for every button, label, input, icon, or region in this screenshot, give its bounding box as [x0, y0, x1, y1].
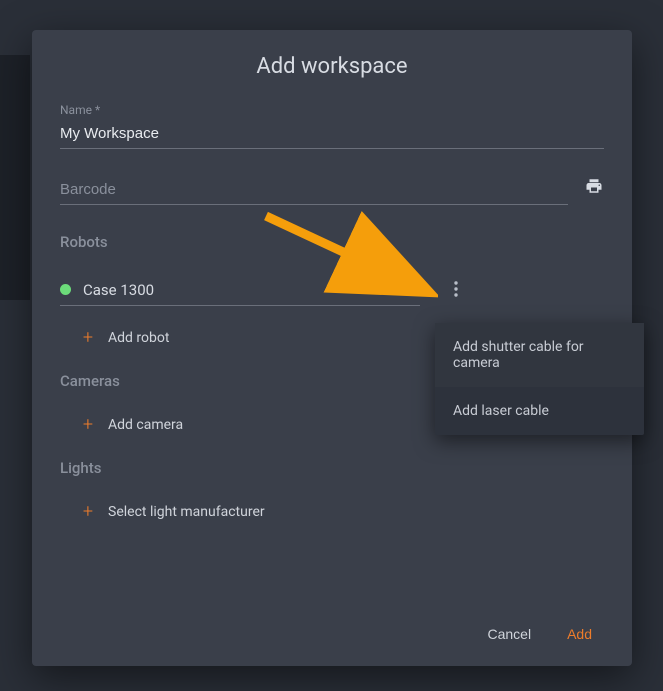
- barcode-input[interactable]: [60, 177, 568, 205]
- menu-item-shutter-cable[interactable]: Add shutter cable for camera: [435, 323, 644, 387]
- print-icon[interactable]: [584, 177, 604, 205]
- lights-section: Lights + Select light manufacturer: [60, 459, 604, 522]
- more-vertical-icon: [454, 281, 458, 297]
- dialog-actions: Cancel Add: [487, 626, 592, 642]
- background-sidebar: [0, 55, 30, 300]
- more-options-button[interactable]: [448, 275, 464, 307]
- robot-options-menu: Add shutter cable for camera Add laser c…: [435, 323, 644, 435]
- robot-dropdown[interactable]: Case 1300 ▼: [60, 277, 420, 306]
- plus-icon: +: [80, 414, 96, 435]
- robot-row: Case 1300 ▼: [60, 275, 604, 307]
- menu-item-laser-cable[interactable]: Add laser cable: [435, 387, 644, 435]
- select-light-label: Select light manufacturer: [108, 504, 265, 520]
- plus-icon: +: [80, 327, 96, 348]
- barcode-field-group: [60, 177, 604, 205]
- chevron-down-icon: ▼: [410, 284, 420, 295]
- add-camera-label: Add camera: [108, 417, 183, 433]
- select-light-link[interactable]: + Select light manufacturer: [60, 501, 604, 522]
- lights-heading: Lights: [60, 459, 604, 477]
- name-label: Name *: [60, 103, 604, 117]
- add-button[interactable]: Add: [567, 626, 592, 642]
- robots-heading: Robots: [60, 233, 604, 251]
- add-robot-label: Add robot: [108, 330, 169, 346]
- name-input[interactable]: [60, 121, 604, 149]
- robot-name: Case 1300: [83, 281, 410, 299]
- dialog-title: Add workspace: [60, 54, 604, 79]
- status-dot-icon: [60, 284, 71, 295]
- plus-icon: +: [80, 501, 96, 522]
- name-field-group: Name *: [60, 103, 604, 149]
- cancel-button[interactable]: Cancel: [487, 626, 531, 642]
